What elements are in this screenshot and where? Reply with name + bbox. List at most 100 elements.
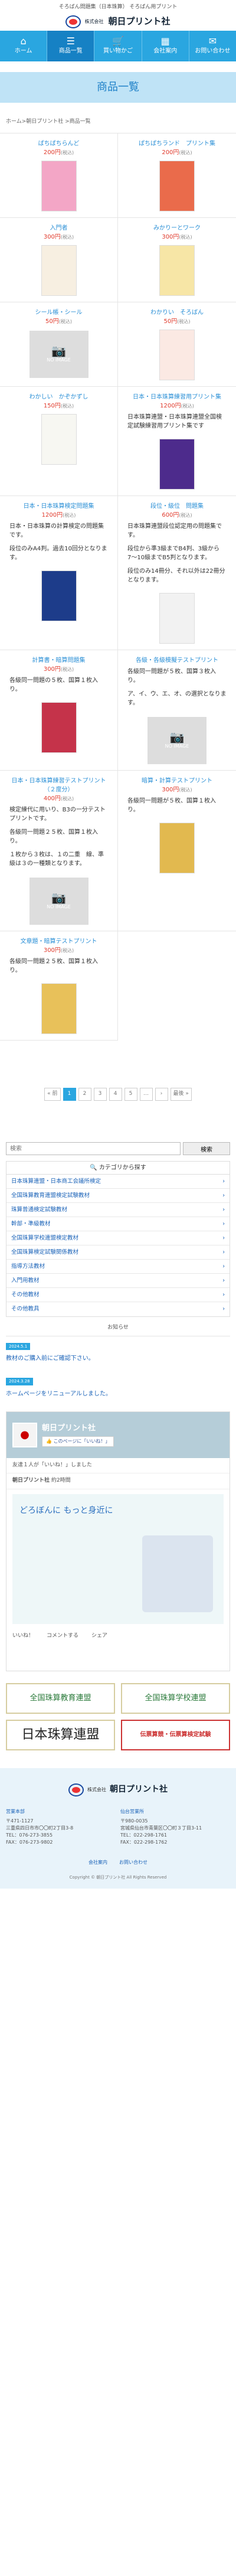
- fb-like-button[interactable]: 👍 このページに「いいね！」: [42, 1436, 114, 1447]
- product-image[interactable]: [41, 983, 77, 1034]
- pager-page[interactable]: 1: [63, 1088, 76, 1101]
- banner-link[interactable]: 伝票算競・伝票算検定試験: [121, 1719, 230, 1750]
- product-image[interactable]: [41, 245, 77, 296]
- category-item[interactable]: その他教具 ›: [6, 1302, 230, 1316]
- category-item[interactable]: 日本珠算連盟・日本商工会議所検定 ›: [6, 1175, 230, 1189]
- product-title[interactable]: 日本・日本珠算練習用プリント集: [133, 393, 221, 402]
- pager-last[interactable]: 最後 »: [170, 1088, 192, 1101]
- category-item[interactable]: その他教材 ›: [6, 1288, 230, 1302]
- fb-page-name[interactable]: 朝日プリント社: [42, 1423, 114, 1434]
- category-item[interactable]: 珠算普通検定試験教材 ›: [6, 1203, 230, 1217]
- pager-prev[interactable]: « 前: [44, 1088, 61, 1101]
- product-card[interactable]: みかりーとワーク 300円(税込): [118, 218, 236, 302]
- category-item[interactable]: 全国珠算教育連盟検定試験教材 ›: [6, 1189, 230, 1203]
- nav-item-3[interactable]: ▦ 会社案内: [142, 30, 189, 61]
- product-price: 50円(税込): [45, 317, 72, 326]
- footer-link[interactable]: お問い合わせ: [119, 1860, 148, 1865]
- banner-link[interactable]: 全国珠算学校連盟: [121, 1682, 230, 1714]
- product-title[interactable]: 計算書・暗算問題集: [32, 656, 86, 665]
- description-line: 各級同一問題２５枚、国算１枚入り。: [9, 958, 98, 974]
- fb-action[interactable]: コメントする: [47, 1633, 78, 1639]
- product-card[interactable]: 入門者 300円(税込): [0, 218, 118, 302]
- product-image[interactable]: [159, 593, 195, 644]
- nav-item-4[interactable]: ✉ お問い合わせ: [189, 31, 236, 61]
- product-card[interactable]: 段位・級位 問題集 600円(税込) 日本珠算連盟段位認定用の問題集です。 段位から準…: [118, 496, 236, 650]
- tax-note: (税込): [58, 319, 72, 324]
- no-image-placeholder[interactable]: 📷 NO IMAGE: [29, 331, 88, 378]
- no-image-placeholder[interactable]: 📷 NO IMAGE: [148, 717, 206, 764]
- product-title[interactable]: みかりーとワーク: [153, 224, 201, 233]
- product-title[interactable]: 日本・日本珠算練習テストプリント（２度分）: [9, 777, 108, 794]
- product-title[interactable]: 段位・級位 問題集: [150, 502, 204, 511]
- nav-item-1[interactable]: ☰ 商品一覧: [47, 30, 95, 61]
- product-card[interactable]: シール帳・シール 50円(税込) 📷 NO IMAGE: [0, 302, 118, 387]
- product-title[interactable]: シール帳・シール: [35, 308, 83, 317]
- category-label: 幹部・準級教材: [11, 1221, 51, 1227]
- product-card[interactable]: ぱちぱちらんど 200円(税込): [0, 133, 118, 218]
- product-title[interactable]: 入門者: [50, 224, 68, 233]
- fb-avatar[interactable]: ●: [12, 1422, 37, 1447]
- breadcrumb[interactable]: ホーム>朝日プリント社 >商品一覧: [0, 103, 236, 133]
- product-image[interactable]: [41, 570, 77, 621]
- product-title[interactable]: 各級・各級模擬テストプリント: [136, 656, 218, 665]
- product-card[interactable]: 各級・各級模擬テストプリント 各級同一問題が５枚、国算３枚入り。 ア、イ、ウ、エ、オ…: [118, 650, 236, 771]
- product-title[interactable]: ぱちぱちランド プリント集: [139, 139, 215, 148]
- product-title[interactable]: ぱちぱちらんど: [38, 139, 80, 148]
- no-image-placeholder[interactable]: 📷 NO IMAGE: [29, 878, 88, 925]
- product-title[interactable]: 暗算・計算テストプリント: [142, 777, 212, 785]
- pager-page[interactable]: 3: [93, 1088, 107, 1101]
- product-card[interactable]: わかしい かぞかずし 150円(税込): [0, 387, 118, 496]
- category-item[interactable]: 幹部・準級教材 ›: [6, 1217, 230, 1231]
- product-image[interactable]: [159, 439, 195, 490]
- camera-icon: 📷: [51, 891, 66, 905]
- fb-friends-row: 友達１人が「いいね！」しました: [6, 1458, 230, 1473]
- product-image[interactable]: [41, 702, 77, 753]
- search-button[interactable]: 検索: [183, 1142, 230, 1155]
- banner-link[interactable]: 全国珠算教育連盟: [6, 1682, 115, 1714]
- fb-action[interactable]: シェア: [91, 1633, 107, 1639]
- pager-page[interactable]: 4: [109, 1088, 122, 1101]
- fb-cover: ● 朝日プリント社 👍 このページに「いいね！」: [6, 1411, 230, 1458]
- category-item[interactable]: 全国珠算学校連盟検定教材 ›: [6, 1231, 230, 1245]
- nav-item-0[interactable]: ⌂ ホーム: [0, 30, 48, 61]
- product-image[interactable]: [41, 161, 77, 211]
- fb-post-image[interactable]: どろぼんに もっと身近に: [12, 1494, 224, 1624]
- product-image[interactable]: [159, 823, 195, 873]
- site-logo[interactable]: 株式会社 朝日プリント社: [0, 13, 236, 31]
- category-item[interactable]: 全国珠算検定試験関係教材 ›: [6, 1245, 230, 1260]
- nav-item-2[interactable]: 🛒 買い物かご: [94, 30, 142, 61]
- product-card[interactable]: 文章題・暗算テストプリント 300円(税込) 各級同一問題２５枚、国算１枚入り。: [0, 931, 118, 1041]
- search-input[interactable]: [6, 1142, 181, 1155]
- news-link[interactable]: ホームページをリニューアルしました。: [6, 1390, 230, 1398]
- fb-post-author[interactable]: 朝日プリント社: [12, 1478, 50, 1483]
- news-link[interactable]: 教材のご購入前にご確認下さい。: [6, 1354, 230, 1363]
- product-image[interactable]: [159, 161, 195, 211]
- product-image[interactable]: [159, 245, 195, 296]
- product-title[interactable]: 日本・日本珠算検定問題集: [24, 502, 94, 511]
- product-card[interactable]: 日本・日本珠算練習テストプリント（２度分） 400円(税込) 検定練代に用いり、B3…: [0, 771, 118, 931]
- footer-logo[interactable]: 株式会社 朝日プリント社: [6, 1775, 230, 1808]
- banner-link[interactable]: 日本珠算連盟: [6, 1719, 115, 1750]
- pager-next[interactable]: ›: [155, 1088, 168, 1101]
- cart-icon: 🛒: [112, 35, 124, 47]
- product-title[interactable]: わかりい そろばん: [150, 308, 204, 317]
- category-item[interactable]: 入門用教材 ›: [6, 1274, 230, 1288]
- footer-company-name: 朝日プリント社: [110, 1785, 168, 1794]
- pager-page[interactable]: 2: [78, 1088, 91, 1101]
- fb-actions: いいね！ コメントする シェア: [6, 1629, 230, 1644]
- category-item[interactable]: 指導方法教材 ›: [6, 1260, 230, 1274]
- fb-action[interactable]: いいね！: [12, 1633, 34, 1639]
- product-image[interactable]: [41, 414, 77, 465]
- product-card[interactable]: ぱちぱちランド プリント集 200円(税込): [118, 133, 236, 218]
- pager-page[interactable]: 5: [124, 1088, 137, 1101]
- product-card[interactable]: 日本・日本珠算検定問題集 1200円(税込) 日本・日本珠算の計算検定の問題集です。…: [0, 496, 118, 650]
- price-value: 300円: [43, 666, 61, 673]
- product-title[interactable]: わかしい かぞかずし: [30, 393, 88, 402]
- product-title[interactable]: 文章題・暗算テストプリント: [21, 937, 97, 946]
- footer-link[interactable]: 会社案内: [88, 1860, 107, 1865]
- product-card[interactable]: 計算書・暗算問題集 300円(税込) 各級同一問題の５枚、国算１枚入り。: [0, 650, 118, 771]
- product-image[interactable]: [159, 330, 195, 380]
- product-card[interactable]: わかりい そろばん 50円(税込): [118, 302, 236, 387]
- product-card[interactable]: 日本・日本珠算練習用プリント集 1200円(税込) 日本珠算連盟・日本珠算連盟全国検…: [118, 387, 236, 496]
- product-card[interactable]: 暗算・計算テストプリント 300円(税込) 各級同一問題が５枚、国算１枚入り。: [118, 771, 236, 931]
